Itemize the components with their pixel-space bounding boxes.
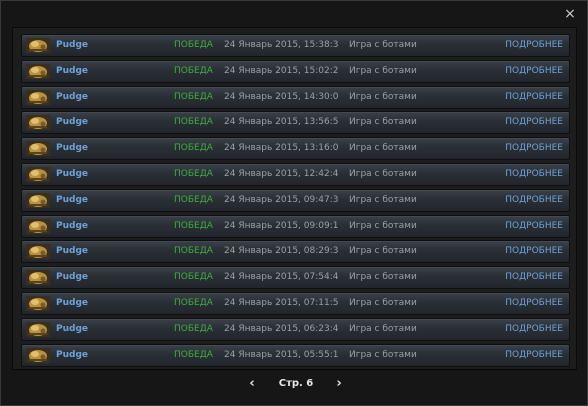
match-result: ПОБЕДА bbox=[174, 272, 213, 283]
details-link[interactable]: ПОДРОБНЕЕ bbox=[505, 164, 563, 185]
pudge-hero-icon bbox=[26, 244, 50, 260]
pudge-hero-icon bbox=[26, 141, 50, 157]
hero-name: Pudge bbox=[56, 65, 88, 76]
match-row[interactable]: Pudge ПОБЕДА 24 Январь 2015, 09:09:1 Игр… bbox=[21, 214, 570, 238]
match-result: ПОБЕДА bbox=[174, 40, 213, 50]
pudge-hero-icon bbox=[26, 270, 50, 286]
details-link[interactable]: ПОДРОБНЕЕ bbox=[505, 87, 563, 108]
game-mode: Игра с ботами bbox=[349, 349, 417, 360]
match-date: 24 Январь 2015, 13:56:5 bbox=[224, 117, 339, 128]
game-mode: Игра с ботами bbox=[349, 297, 417, 308]
match-date: 24 Январь 2015, 15:02:2 bbox=[224, 65, 339, 76]
pudge-hero-icon bbox=[26, 295, 50, 311]
game-mode: Игра с ботами bbox=[349, 168, 417, 179]
match-row[interactable]: Pudge ПОБЕДА 24 Январь 2015, 15:38:3 Игр… bbox=[21, 34, 570, 57]
details-link[interactable]: ПОДРОБНЕЕ bbox=[505, 216, 563, 237]
details-link[interactable]: ПОДРОБНЕЕ bbox=[505, 138, 563, 159]
match-date: 24 Январь 2015, 06:23:4 bbox=[224, 323, 339, 334]
game-mode: Игра с ботами bbox=[349, 194, 417, 205]
prev-page-button[interactable]: ‹ bbox=[244, 374, 260, 394]
match-date: 24 Январь 2015, 15:38:3 bbox=[224, 40, 339, 50]
match-result: ПОБЕДА bbox=[174, 143, 213, 154]
details-link[interactable]: ПОДРОБНЕЕ bbox=[505, 190, 563, 211]
match-result: ПОБЕДА bbox=[174, 194, 213, 205]
match-row[interactable]: Pudge ПОБЕДА 24 Январь 2015, 07:11:5 Игр… bbox=[21, 291, 570, 315]
game-mode: Игра с ботами bbox=[349, 40, 417, 50]
pudge-hero-icon bbox=[26, 347, 50, 363]
match-row[interactable]: Pudge ПОБЕДА 24 Январь 2015, 14:30:0 Игр… bbox=[21, 85, 570, 109]
match-row[interactable]: Pudge ПОБЕДА 24 Январь 2015, 12:42:4 Игр… bbox=[21, 162, 570, 186]
match-result: ПОБЕДА bbox=[174, 349, 213, 360]
details-link[interactable]: ПОДРОБНЕЕ bbox=[505, 61, 563, 82]
pagination: ‹ Стр. 6 › bbox=[1, 374, 588, 394]
match-date: 24 Январь 2015, 09:47:3 bbox=[224, 194, 339, 205]
match-result: ПОБЕДА bbox=[174, 65, 213, 76]
match-result: ПОБЕДА bbox=[174, 91, 213, 102]
details-link[interactable]: ПОДРОБНЕЕ bbox=[505, 241, 563, 262]
game-mode: Игра с ботами bbox=[349, 117, 417, 128]
match-result: ПОБЕДА bbox=[174, 297, 213, 308]
match-result: ПОБЕДА bbox=[174, 323, 213, 334]
close-icon[interactable]: × bbox=[561, 5, 579, 23]
game-mode: Игра с ботами bbox=[349, 143, 417, 154]
hero-name: Pudge bbox=[56, 143, 88, 154]
game-mode: Игра с ботами bbox=[349, 272, 417, 283]
match-result: ПОБЕДА bbox=[174, 168, 213, 179]
match-row[interactable]: Pudge ПОБЕДА 24 Январь 2015, 13:16:0 Игр… bbox=[21, 137, 570, 161]
details-link[interactable]: ПОДРОБНЕЕ bbox=[505, 267, 563, 288]
hero-name: Pudge bbox=[56, 194, 88, 205]
pudge-hero-icon bbox=[26, 63, 50, 79]
game-mode: Игра с ботами bbox=[349, 220, 417, 231]
pudge-hero-icon bbox=[26, 321, 50, 337]
game-mode: Игра с ботами bbox=[349, 323, 417, 334]
hero-name: Pudge bbox=[56, 297, 88, 308]
details-link[interactable]: ПОДРОБНЕЕ bbox=[505, 112, 563, 133]
match-date: 24 Январь 2015, 12:42:4 bbox=[224, 168, 339, 179]
hero-name: Pudge bbox=[56, 349, 88, 360]
hero-name: Pudge bbox=[56, 168, 88, 179]
match-row[interactable]: Pudge ПОБЕДА 24 Январь 2015, 15:02:2 Игр… bbox=[21, 59, 570, 83]
details-link[interactable]: ПОДРОБНЕЕ bbox=[505, 319, 563, 340]
pudge-hero-icon bbox=[26, 89, 50, 105]
match-date: 24 Январь 2015, 08:29:3 bbox=[224, 246, 339, 257]
game-mode: Игра с ботами bbox=[349, 91, 417, 102]
match-date: 24 Январь 2015, 07:54:4 bbox=[224, 272, 339, 283]
match-date: 24 Январь 2015, 05:55:1 bbox=[224, 349, 339, 360]
match-row[interactable]: Pudge ПОБЕДА 24 Январь 2015, 05:55:1 Игр… bbox=[21, 343, 570, 367]
match-row[interactable]: Pudge ПОБЕДА 24 Январь 2015, 06:23:4 Игр… bbox=[21, 317, 570, 341]
hero-name: Pudge bbox=[56, 117, 88, 128]
hero-name: Pudge bbox=[56, 323, 88, 334]
game-mode: Игра с ботами bbox=[349, 246, 417, 257]
match-list-panel: Pudge ПОБЕДА 24 Январь 2015, 15:38:3 Игр… bbox=[12, 27, 577, 370]
details-link[interactable]: ПОДРОБНЕЕ bbox=[505, 345, 563, 366]
hero-name: Pudge bbox=[56, 272, 88, 283]
match-date: 24 Январь 2015, 14:30:0 bbox=[224, 91, 339, 102]
pudge-hero-icon bbox=[26, 218, 50, 234]
pudge-hero-icon bbox=[26, 38, 50, 53]
hero-name: Pudge bbox=[56, 40, 88, 50]
game-mode: Игра с ботами bbox=[349, 65, 417, 76]
match-date: 24 Январь 2015, 13:16:0 bbox=[224, 143, 339, 154]
match-list: Pudge ПОБЕДА 24 Январь 2015, 15:38:3 Игр… bbox=[21, 34, 570, 369]
match-history-window: × Pudge ПОБЕДА 24 Январь 2015, 15:38:3 И… bbox=[0, 0, 588, 406]
match-date: 24 Январь 2015, 07:11:5 bbox=[224, 297, 339, 308]
match-date: 24 Январь 2015, 09:09:1 bbox=[224, 220, 339, 231]
match-row[interactable]: Pudge ПОБЕДА 24 Январь 2015, 09:47:3 Игр… bbox=[21, 188, 570, 212]
details-link[interactable]: ПОДРОБНЕЕ bbox=[505, 35, 563, 56]
match-result: ПОБЕДА bbox=[174, 220, 213, 231]
match-row[interactable]: Pudge ПОБЕДА 24 Январь 2015, 08:29:3 Игр… bbox=[21, 240, 570, 264]
pudge-hero-icon bbox=[26, 115, 50, 131]
details-link[interactable]: ПОДРОБНЕЕ bbox=[505, 293, 563, 314]
hero-name: Pudge bbox=[56, 220, 88, 231]
hero-name: Pudge bbox=[56, 246, 88, 257]
match-result: ПОБЕДА bbox=[174, 246, 213, 257]
match-result: ПОБЕДА bbox=[174, 117, 213, 128]
match-row[interactable]: Pudge ПОБЕДА 24 Январь 2015, 13:56:5 Игр… bbox=[21, 111, 570, 135]
hero-name: Pudge bbox=[56, 91, 88, 102]
match-row[interactable]: Pudge ПОБЕДА 24 Январь 2015, 07:54:4 Игр… bbox=[21, 266, 570, 290]
pudge-hero-icon bbox=[26, 192, 50, 208]
next-page-button[interactable]: › bbox=[331, 374, 347, 394]
page-label: Стр. 6 bbox=[278, 378, 314, 389]
pudge-hero-icon bbox=[26, 166, 50, 182]
